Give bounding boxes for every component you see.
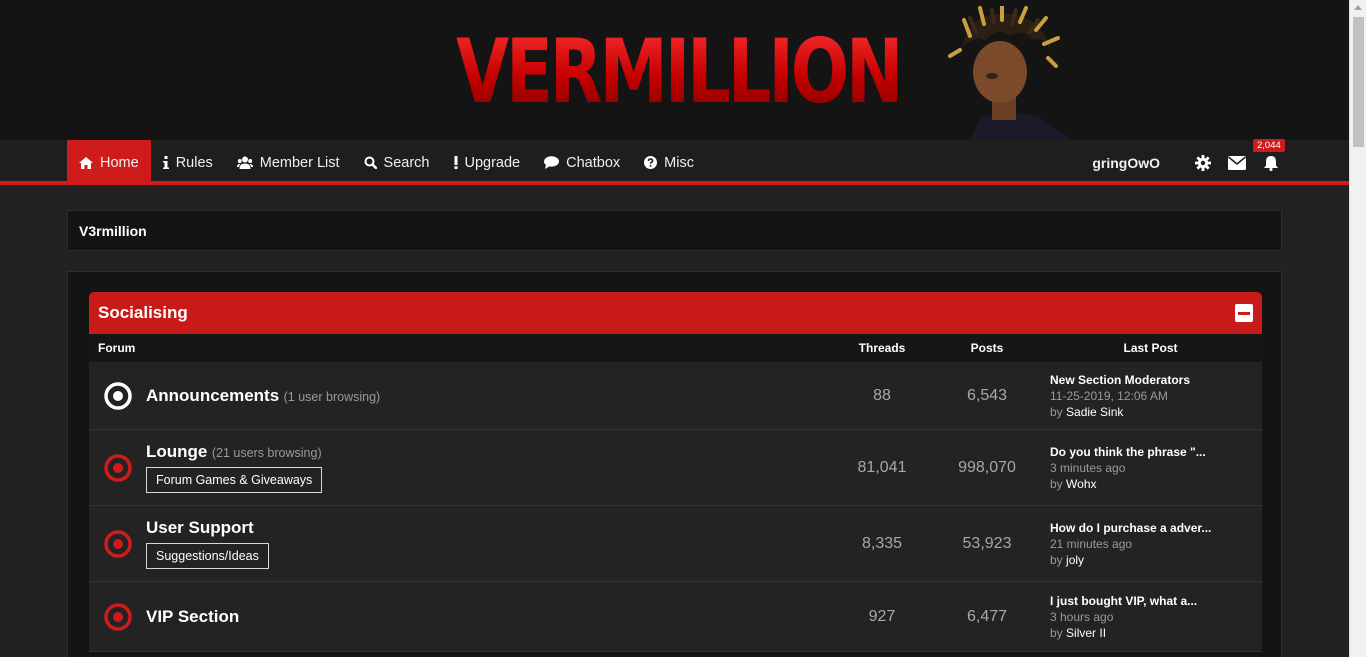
last-post-info: New Section Moderators 11-25-2019, 12:06… [1039,372,1262,420]
nav-misc[interactable]: Misc [632,140,706,185]
home-icon [79,156,93,169]
username-link[interactable]: gringOwO [1092,155,1160,171]
main-navbar: Home Rules Member List Search Upgrade Ch… [0,138,1349,185]
header-banner: VERMILLION [0,0,1349,140]
forum-posts-count: 53,923 [962,534,1012,552]
forum-name[interactable]: VIP Section [146,607,239,626]
mascot-image [948,6,1072,140]
forum-name[interactable]: User Support [146,518,254,537]
category-socialising: Socialising Forum Threads Posts Last Pos… [89,292,1262,652]
forum-posts-count: 998,070 [958,458,1016,476]
nav-chatbox-label: Chatbox [566,154,621,171]
nav-upgrade[interactable]: Upgrade [442,140,533,185]
page-scrollbar[interactable] [1349,0,1366,657]
question-icon [644,156,658,169]
last-post-time: 21 minutes ago [1050,536,1133,551]
nav-upgrade-label: Upgrade [464,154,521,171]
messages-button[interactable] [1228,155,1246,170]
forum-name[interactable]: Lounge [146,442,207,461]
nav-chatbox[interactable]: Chatbox [532,140,632,185]
unread-forum-icon [103,602,132,631]
last-post-user[interactable]: Sadie Sink [1066,405,1123,419]
notifications-button[interactable]: 2,044 [1253,138,1285,171]
subforum-link[interactable]: Suggestions/Ideas [146,543,269,569]
column-posts: Posts [970,341,1004,355]
last-post-time: 11-25-2019, 12:06 AM [1050,388,1168,403]
read-forum-icon [103,381,132,410]
category-title[interactable]: Socialising [98,303,188,323]
forum-browsing-count: (1 user browsing) [283,389,381,404]
breadcrumb-root-link[interactable]: V3rmillion [79,223,147,239]
unread-forum-icon [103,453,132,482]
forum-posts-count: 6,477 [966,607,1008,625]
forum-row-user-support: User Support Suggestions/Ideas 8,335 53,… [89,506,1262,582]
bell-icon [1264,155,1278,171]
last-post-user[interactable]: joly [1066,553,1084,567]
subforum-link[interactable]: Forum Games & Giveaways [146,467,323,493]
forum-status-icon [89,529,146,558]
nav-home[interactable]: Home [67,140,151,185]
forum-status-icon [89,602,146,631]
nav-misc-label: Misc [664,154,694,171]
envelope-icon [1228,155,1246,170]
scroll-up-arrow-icon[interactable] [1354,5,1362,10]
last-post-user[interactable]: Silver II [1066,626,1106,640]
column-threads: Threads [858,341,906,355]
search-icon [364,156,377,169]
nav-home-label: Home [100,154,139,171]
forum-browsing-count: (21 users browsing) [211,446,322,460]
info-icon [162,156,169,169]
nav-search[interactable]: Search [352,140,442,185]
forum-status-icon [89,381,146,410]
forum-container: Socialising Forum Threads Posts Last Pos… [67,271,1282,657]
last-post-time: 3 minutes ago [1050,460,1126,475]
exclamation-icon [454,156,457,169]
category-header: Socialising [89,292,1262,334]
column-last-post: Last Post [1123,341,1178,355]
nav-rules[interactable]: Rules [151,140,225,185]
last-post-time: 3 hours ago [1050,609,1114,624]
column-headers: Forum Threads Posts Last Post [89,334,1262,362]
forum-name[interactable]: Announcements [146,386,279,405]
last-post-by-label: by [1050,552,1063,567]
last-post-by-label: by [1050,625,1063,640]
forum-threads-count: 8,335 [861,534,903,552]
last-post-by-label: by [1050,404,1063,419]
site-logo[interactable]: VERMILLION [456,22,903,122]
forum-threads-count: 81,041 [857,458,907,476]
forum-threads-count: 88 [873,386,891,404]
breadcrumb: V3rmillion [67,210,1282,251]
forum-posts-count: 6,543 [966,386,1008,404]
gear-icon [1195,154,1211,171]
last-post-info: Do you think the phrase "... 3 minutes a… [1039,444,1262,492]
last-post-by-label: by [1050,476,1063,491]
notification-count-badge: 2,044 [1253,138,1285,152]
last-post-info: How do I purchase a adver... 21 minutes … [1039,520,1262,568]
users-icon [236,156,253,169]
forum-status-icon [89,453,146,482]
unread-forum-icon [103,529,132,558]
nav-member-list[interactable]: Member List [225,140,352,185]
last-post-title[interactable]: New Section Moderators [1050,372,1262,388]
last-post-title[interactable]: I just bought VIP, what a... [1050,593,1262,609]
last-post-info: I just bought VIP, what a... 3 hours ago… [1039,593,1262,641]
settings-button[interactable] [1195,154,1211,171]
nav-member-list-label: Member List [259,154,340,171]
last-post-title[interactable]: How do I purchase a adver... [1050,520,1262,536]
collapse-button[interactable] [1235,304,1253,322]
forum-row-lounge: Lounge (21 users browsing) Forum Games &… [89,430,1262,506]
chat-icon [544,156,560,169]
forum-row-vip-section: VIP Section 927 6,477 I just bought VIP,… [89,582,1262,652]
scroll-thumb[interactable] [1353,17,1364,147]
forum-row-announcements: Announcements (1 user browsing) 88 6,543… [89,362,1262,430]
nav-search-label: Search [383,154,430,171]
nav-rules-label: Rules [175,154,213,171]
forum-threads-count: 927 [868,607,896,625]
column-forum: Forum [98,341,136,355]
last-post-user[interactable]: Wohx [1066,477,1096,491]
last-post-title[interactable]: Do you think the phrase "... [1050,444,1262,460]
